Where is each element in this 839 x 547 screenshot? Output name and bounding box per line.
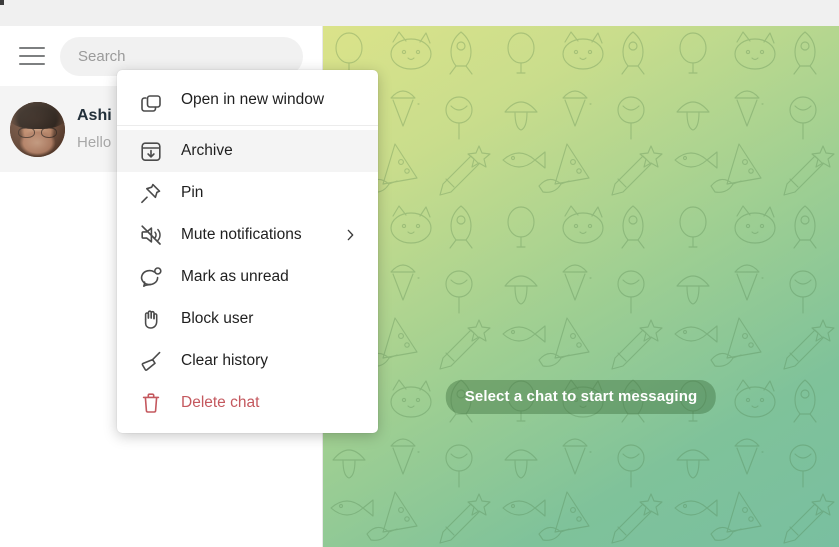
context-menu-item-label: Archive (181, 142, 233, 160)
context-menu-item-label: Block user (181, 310, 254, 328)
block-hand-icon (139, 307, 163, 331)
context-menu-item-label: Mark as unread (181, 268, 289, 286)
context-menu-item-open-in-new-window[interactable]: Open in new window (117, 79, 378, 121)
chat-item-name: Ashi (77, 106, 112, 124)
title-bar (0, 0, 839, 26)
doodle-pattern-background (323, 26, 839, 547)
pin-icon (141, 183, 161, 204)
context-menu-item-label: Open in new window (181, 91, 325, 109)
empty-state-label: Select a chat to start messaging (445, 380, 717, 414)
context-menu-item-mark-as-unread[interactable]: Mark as unread (117, 256, 378, 298)
mute-icon (141, 225, 161, 245)
unread-bubble-icon (139, 265, 163, 289)
context-menu-item-label: Pin (181, 184, 204, 202)
broom-icon (139, 349, 163, 373)
unread-bubble-icon (140, 267, 162, 288)
context-menu-item-pin[interactable]: Pin (117, 172, 378, 214)
chat-item-preview: Hello (77, 133, 112, 151)
chevron-right-icon (343, 228, 358, 243)
context-menu-item-mute-notifications[interactable]: Mute notifications (117, 214, 378, 256)
context-menu-item-label: Clear history (181, 352, 268, 370)
context-menu-item-delete-chat[interactable]: Delete chat (117, 382, 378, 424)
chevron-right-icon (347, 229, 354, 241)
avatar[interactable] (10, 101, 65, 157)
mute-icon (139, 223, 163, 247)
message-pane: Select a chat to start messaging (323, 26, 839, 547)
context-menu-item-label: Mute notifications (181, 226, 302, 244)
hamburger-icon[interactable] (19, 47, 45, 65)
new-window-icon (139, 88, 163, 112)
broom-icon (141, 351, 161, 371)
block-hand-icon (144, 310, 158, 329)
archive-icon (141, 142, 161, 161)
context-menu-item-archive[interactable]: Archive (117, 130, 378, 172)
chat-item-texts: Ashi Hello (77, 106, 112, 153)
trash-icon (139, 391, 163, 415)
new-window-icon (141, 95, 161, 112)
pin-icon (139, 181, 163, 205)
context-menu-separator (117, 125, 378, 126)
trash-icon (142, 393, 160, 413)
chat-context-menu: Open in new window Archive Pin Mute notific… (117, 70, 378, 433)
context-menu-item-block-user[interactable]: Block user (117, 298, 378, 340)
context-menu-item-clear-history[interactable]: Clear history (117, 340, 378, 382)
app-window: Ashi Hello (0, 0, 839, 547)
window-corner-marker (0, 0, 4, 5)
context-menu-item-label: Delete chat (181, 394, 260, 412)
archive-icon (139, 139, 163, 163)
